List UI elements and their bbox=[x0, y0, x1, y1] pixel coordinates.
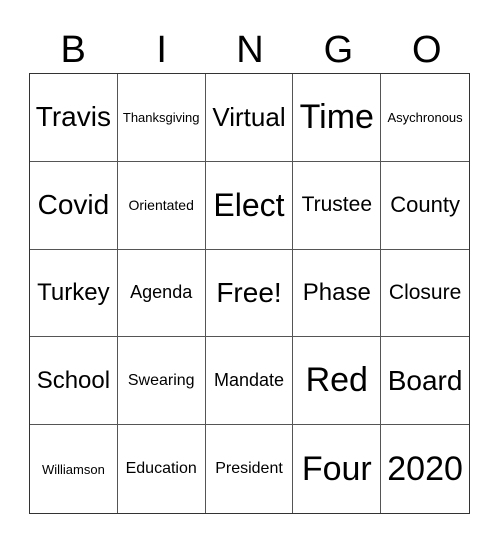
cell-text: Travis bbox=[35, 101, 111, 133]
cell-text: Board bbox=[387, 364, 463, 396]
cell-text: Education bbox=[125, 460, 197, 478]
cell-text: President bbox=[215, 460, 283, 478]
bingo-card-grid: Travis Thanksgiving Virtual Time Asychro… bbox=[29, 73, 470, 514]
bingo-cell[interactable]: Phase bbox=[293, 249, 382, 338]
cell-text: Covid bbox=[37, 189, 110, 221]
cell-text: Phase bbox=[302, 278, 371, 306]
cell-text: Turkey bbox=[37, 278, 110, 306]
bingo-cell[interactable]: Education bbox=[118, 425, 206, 513]
bingo-cell[interactable]: Swearing bbox=[117, 337, 206, 426]
cell-text: Free! bbox=[216, 276, 282, 308]
cell-text: Trustee bbox=[301, 193, 372, 217]
bingo-cell[interactable]: Closure bbox=[381, 250, 469, 338]
bingo-cell[interactable]: Asychronous bbox=[381, 74, 469, 162]
bingo-cell[interactable]: Covid bbox=[30, 161, 118, 250]
cell-text: 2020 bbox=[387, 449, 463, 488]
cell-text: Red bbox=[305, 361, 368, 400]
header-letter-i: I bbox=[156, 29, 167, 71]
bingo-cell[interactable]: Thanksgiving bbox=[117, 74, 206, 162]
bingo-cell[interactable]: Elect bbox=[205, 161, 294, 250]
cell-text: Virtual bbox=[212, 101, 286, 132]
cell-text: Thanksgiving bbox=[122, 109, 200, 125]
cell-text: Elect bbox=[213, 186, 285, 223]
bingo-cell[interactable]: 2020 bbox=[381, 425, 469, 513]
free-space-cell[interactable]: Free! bbox=[205, 249, 294, 338]
cell-text: Agenda bbox=[130, 282, 193, 303]
bingo-cell[interactable]: Trustee bbox=[293, 161, 382, 250]
bingo-cell[interactable]: President bbox=[206, 425, 294, 513]
cell-text: County bbox=[390, 192, 460, 218]
bingo-cell[interactable]: Red bbox=[293, 337, 382, 426]
bingo-cell[interactable]: Virtual bbox=[205, 74, 294, 162]
header-letter-b: B bbox=[60, 29, 86, 71]
bingo-cell[interactable]: Orientated bbox=[117, 161, 206, 250]
bingo-cell[interactable]: Turkey bbox=[30, 249, 118, 338]
cell-text: Swearing bbox=[127, 371, 195, 389]
bingo-cell[interactable]: Travis bbox=[30, 74, 118, 162]
header-letter-g: G bbox=[323, 29, 354, 71]
bingo-cell[interactable]: School bbox=[30, 337, 118, 426]
cell-text: School bbox=[36, 366, 111, 394]
cell-text: Asychronous bbox=[387, 109, 463, 125]
bingo-cell[interactable]: Agenda bbox=[117, 249, 206, 338]
cell-text: Time bbox=[299, 97, 374, 136]
cell-text: Four bbox=[301, 449, 372, 488]
cell-text: Orientated bbox=[128, 197, 194, 214]
bingo-cell[interactable]: Board bbox=[381, 337, 469, 426]
bingo-cell[interactable]: Mandate bbox=[205, 337, 294, 426]
bingo-header: B I N G O bbox=[29, 28, 471, 72]
bingo-cell[interactable]: Four bbox=[293, 425, 382, 513]
cell-text: Closure bbox=[388, 280, 462, 304]
header-letter-o: O bbox=[412, 29, 442, 71]
cell-text: Mandate bbox=[213, 370, 285, 391]
header-letter-n: N bbox=[236, 29, 264, 71]
bingo-cell[interactable]: Williamson bbox=[30, 425, 118, 513]
bingo-cell[interactable]: County bbox=[381, 162, 469, 250]
bingo-cell[interactable]: Time bbox=[293, 74, 382, 162]
cell-text: Williamson bbox=[41, 461, 105, 477]
